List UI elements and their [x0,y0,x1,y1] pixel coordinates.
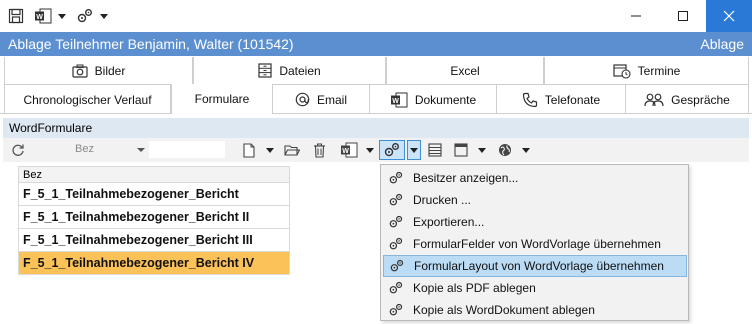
menu-item-label: Kopie als PDF ablegen [413,281,536,295]
svg-text:W: W [392,98,399,105]
menu-item-formularfelder-uebernehmen[interactable]: FormularFelder von WordVorlage übernehme… [383,233,687,255]
tab-email[interactable]: Email [273,85,370,114]
list-icon[interactable] [426,140,444,160]
gears-icon [383,215,409,229]
trash-icon[interactable] [310,140,328,160]
chevron-down-icon[interactable] [57,6,67,26]
tab-termine[interactable]: Termine [544,57,749,85]
new-document-icon[interactable] [240,140,258,160]
calendar-clock-icon [613,63,631,79]
chevron-down-icon[interactable] [264,140,276,160]
chevron-down-icon[interactable] [476,140,488,160]
menu-item-kopie-worddokument[interactable]: Kopie als WordDokument ablegen [383,299,687,321]
tab-gespraeche[interactable]: Gespräche [626,85,749,114]
svg-text:W: W [36,14,43,21]
word-icon: W [390,92,408,108]
gears-icon[interactable] [74,6,96,26]
window-title: Ablage Teilnehmer Benjamin, Walter (1015… [8,36,294,52]
tab-label: Dokumente [414,92,477,107]
gears-icon [383,237,409,251]
column-header-bez[interactable]: Bez [18,166,290,183]
section-title: WordFormulare [3,118,749,138]
table-row[interactable]: F_5_1_Teilnahmebezogener_Bericht III [18,229,290,252]
tab-dateien[interactable]: Dateien [193,57,386,85]
menu-item-exportieren[interactable]: Exportieren... [383,211,687,233]
chevron-down-icon[interactable] [99,6,109,26]
tab-label: Dateien [279,63,321,78]
minimize-button[interactable] [613,0,659,32]
tab-label: Excel [450,63,480,78]
chevron-down-icon[interactable] [407,140,421,160]
menu-item-label: Besitzer anzeigen... [413,171,519,185]
tab-row-top: Bilder Dateien Excel Termine [0,57,752,85]
tab-label: Chronologischer Verlauf [23,92,152,107]
area-label: Ablage [700,36,744,52]
tab-label: Gespräche [671,92,730,107]
gears-icon [383,281,409,295]
table-row[interactable]: F_5_1_Teilnahmebezogener_Bericht [18,183,290,206]
chevron-down-icon[interactable] [364,140,376,160]
gears-icon [384,259,410,273]
forms-table: Bez F_5_1_Teilnahmebezogener_Bericht F_5… [18,166,290,275]
tab-formulare[interactable]: Formulare [171,84,273,114]
at-icon [295,92,310,107]
tab-bilder[interactable]: Bilder [4,57,193,85]
svg-text:W: W [342,148,349,155]
row-indicator-strip [3,166,18,281]
filter-field-select[interactable]: Bez [75,143,94,155]
gears-menu-button[interactable] [379,140,405,160]
menu-item-label: Exportieren... [413,215,485,229]
tab-excel[interactable]: Excel [386,57,544,85]
chevron-down-icon[interactable] [520,140,532,160]
word-icon[interactable]: W [338,140,360,160]
cabinet-icon [258,63,272,78]
window-header: Ablage Teilnehmer Benjamin, Walter (1015… [0,32,752,56]
tab-label: Email [316,92,347,107]
save-icon[interactable] [6,6,26,26]
tab-telefonate[interactable]: Telefonate [497,85,626,114]
filter-input[interactable] [149,141,225,158]
menu-item-besitzer-anzeigen[interactable]: Besitzer anzeigen... [383,167,687,189]
tab-dokumente[interactable]: W Dokumente [370,85,497,114]
gears-icon [383,171,409,185]
table-row-selected[interactable]: F_5_1_Teilnahmebezogener_Bericht IV [18,252,290,275]
gears-icon [383,142,401,158]
phone-icon [522,92,538,108]
menu-item-label: Kopie als WordDokument ablegen [413,303,595,317]
tab-chronologischer-verlauf[interactable]: Chronologischer Verlauf [4,85,171,114]
tab-label: Formulare [194,92,250,106]
word-document-icon[interactable]: W [32,6,54,26]
people-icon [644,93,664,107]
menu-item-label: FormularFelder von WordVorlage übernehme… [413,237,661,251]
globe-icon[interactable] [496,140,514,160]
actions-dropdown-menu: Besitzer anzeigen... Drucken ... Exporti… [380,164,689,321]
close-button[interactable] [706,0,752,32]
chevron-down-icon[interactable] [137,148,145,152]
menu-item-formularlayout-uebernehmen[interactable]: FormularLayout von WordVorlage übernehme… [383,255,687,277]
table-row[interactable]: F_5_1_Teilnahmebezogener_Bericht II [18,206,290,229]
menu-item-drucken[interactable]: Drucken ... [383,189,687,211]
title-bar: W [0,0,752,32]
tab-label: Telefonate [544,92,601,107]
tab-row-bottom: Chronologischer Verlauf Formulare Email … [0,84,752,114]
refresh-icon[interactable] [9,140,27,160]
menu-item-label: Drucken ... [413,193,472,207]
toolbar: Bez W [3,138,749,162]
camera-icon [72,64,88,78]
tab-label: Termine [637,63,681,78]
tab-label: Bilder [94,63,126,78]
gears-icon [383,193,409,207]
menu-item-label: FormularLayout von WordVorlage übernehme… [414,259,664,273]
window-icon[interactable] [452,140,470,160]
open-folder-icon[interactable] [282,140,302,160]
maximize-button[interactable] [660,0,706,32]
gears-icon [383,303,409,317]
menu-item-kopie-pdf[interactable]: Kopie als PDF ablegen [383,277,687,299]
